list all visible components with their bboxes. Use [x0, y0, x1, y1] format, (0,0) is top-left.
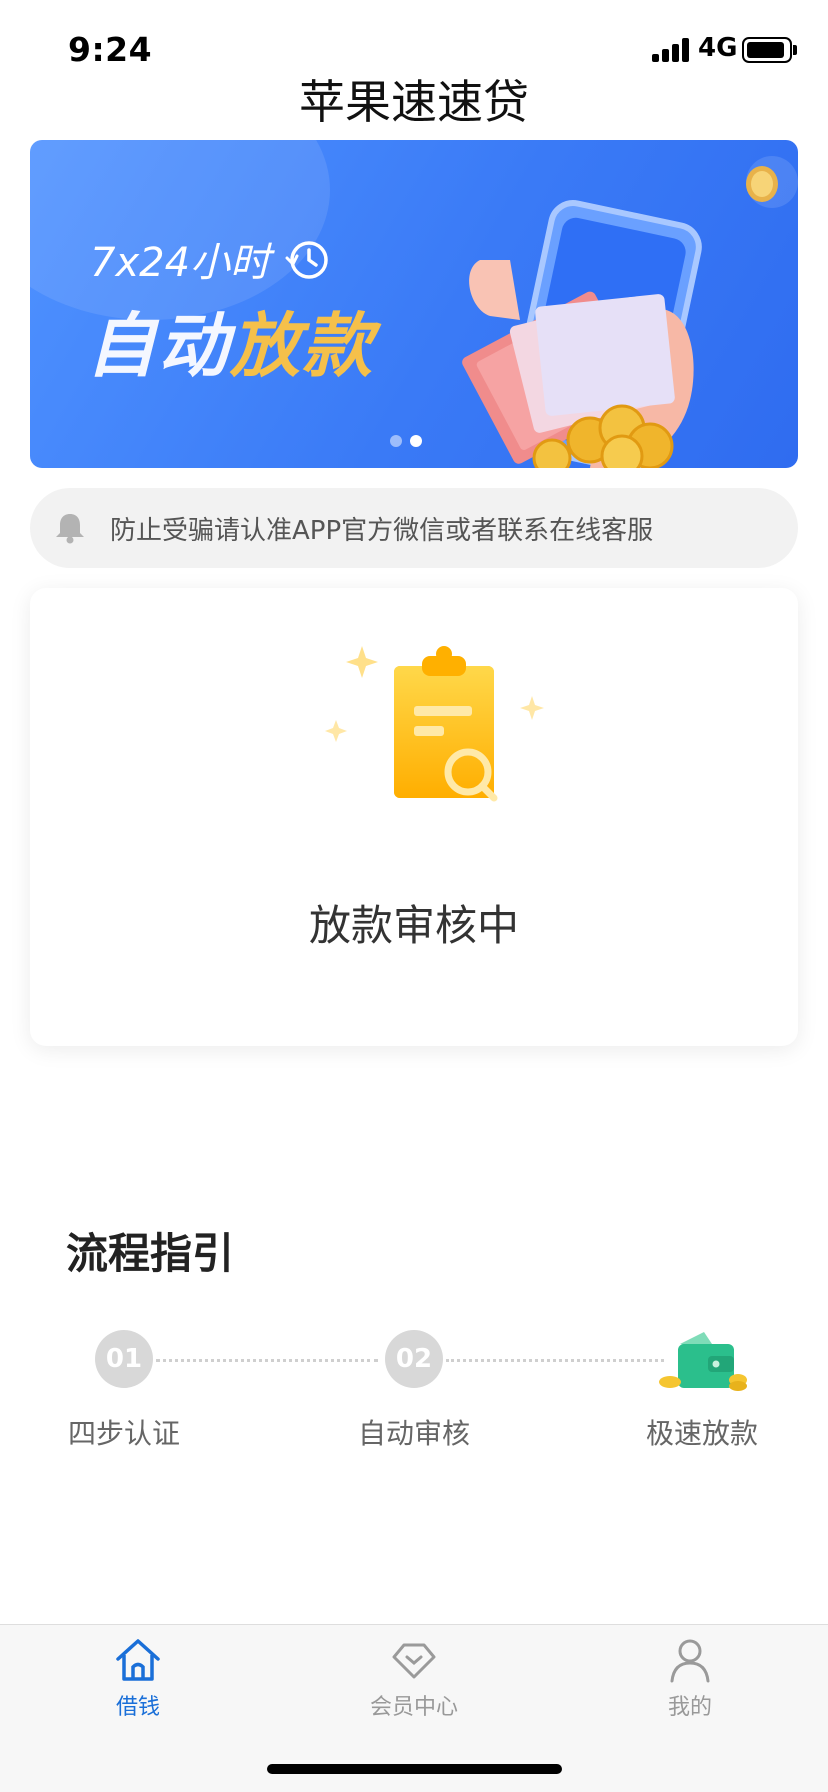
battery-cap: [793, 45, 797, 55]
home-indicator[interactable]: [267, 1764, 562, 1774]
tab-label-membership: 会员中心: [369, 1695, 458, 1720]
loan-status-card: 放款审核中: [30, 588, 798, 1046]
step-number-2: 02: [385, 1330, 443, 1388]
banner-pagination[interactable]: [390, 432, 430, 451]
banner-dot[interactable]: [390, 435, 402, 447]
network-type: 4G: [698, 33, 738, 63]
banner-subtitle: 7x24小时: [90, 230, 331, 288]
clock-icon: [285, 241, 328, 279]
status-time: 9:24: [68, 30, 153, 69]
person-icon: [670, 1639, 710, 1683]
loan-review-status: 放款审核中: [308, 901, 519, 950]
clipboard-search-icon: [325, 646, 544, 802]
tab-membership[interactable]: 会员中心: [334, 1637, 494, 1721]
anti-fraud-notice[interactable]: 防止受骗请认准APP官方微信或者联系在线客服: [30, 488, 798, 568]
process-steps: 01 02 四步认证 自动审核 极速放款: [0, 1330, 828, 1460]
process-guide-title: 流程指引: [66, 1229, 235, 1278]
tab-label-mine: 我的: [667, 1695, 712, 1720]
step-connector: [156, 1359, 378, 1362]
step-connector: [446, 1359, 664, 1362]
page-title: 苹果速速贷: [299, 75, 529, 129]
battery-icon: [742, 37, 792, 63]
step-label-2: 自动审核: [357, 1417, 470, 1450]
banner-headline: 自动放款: [86, 305, 374, 387]
step-label-3: 极速放款: [645, 1417, 758, 1450]
diamond-icon: [392, 1643, 436, 1679]
bell-icon: [56, 514, 84, 544]
tab-borrow[interactable]: 借钱: [58, 1637, 218, 1721]
notice-text: 防止受骗请认准APP官方微信或者联系在线客服: [110, 516, 654, 546]
home-icon: [116, 1639, 160, 1681]
tab-label-borrow: 借钱: [115, 1695, 160, 1720]
banner-dot-active[interactable]: [410, 435, 422, 447]
wallet-icon: [659, 1332, 747, 1391]
step-number-1: 01: [95, 1330, 153, 1388]
step-label-1: 四步认证: [67, 1417, 180, 1450]
tab-mine[interactable]: 我的: [610, 1637, 770, 1721]
signal-icon: [652, 38, 692, 62]
phone-money-illustration: 100: [462, 156, 798, 468]
promo-banner[interactable]: 7x24小时 自动放款 100: [30, 140, 798, 468]
